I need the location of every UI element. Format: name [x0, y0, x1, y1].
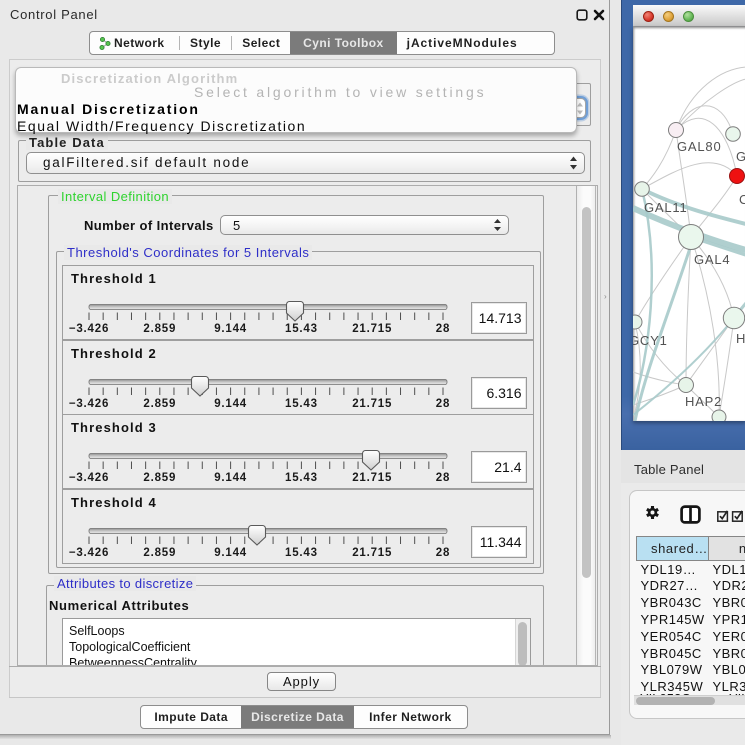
svg-text:GAL11: GAL11 — [644, 200, 688, 215]
svg-text:GAL80: GAL80 — [677, 139, 721, 154]
svg-text:C: C — [739, 192, 745, 207]
svg-text:HAP2: HAP2 — [685, 394, 722, 409]
svg-text:GA: GA — [736, 149, 745, 164]
svg-text:H: H — [736, 331, 745, 346]
svg-text:GCY1: GCY1 — [633, 333, 668, 348]
svg-text:GAL4: GAL4 — [694, 252, 730, 267]
